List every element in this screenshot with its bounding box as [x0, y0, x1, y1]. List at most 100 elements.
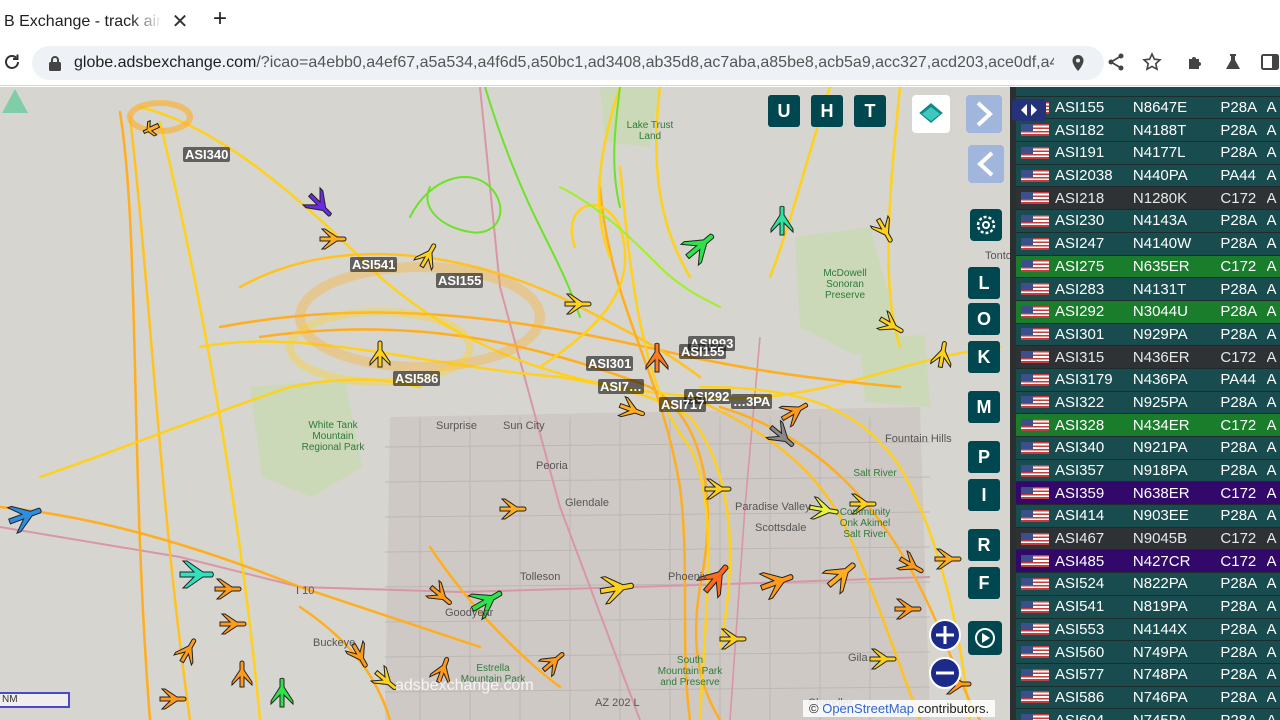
table-row[interactable]: ASI577 N748PA P28A A [1016, 663, 1280, 687]
place-name: Scottsdale [755, 522, 807, 534]
aircraft-label[interactable]: …3PA [731, 394, 773, 409]
map-button-u[interactable]: U [768, 95, 800, 127]
table-row[interactable]: ASI292 N3044U P28A A [1016, 300, 1280, 324]
registration-cell: N929PA [1132, 325, 1188, 343]
extra-cell: A [1266, 462, 1277, 480]
place-name: Gila [848, 652, 868, 664]
address-bar[interactable]: globe.adsbexchange.com/?icao=a4ebb0,a4ef… [32, 46, 1104, 80]
openstreetmap-link[interactable]: OpenStreetMap [822, 701, 914, 716]
map-button-i[interactable]: I [968, 479, 1000, 511]
callsign-cell: ASI359 [1055, 484, 1105, 502]
table-row[interactable]: ASI315 N436ER C172 A [1016, 346, 1280, 369]
callsign-cell: ASI560 [1055, 643, 1105, 661]
table-row[interactable]: ASI541 N819PA P28A A [1016, 595, 1280, 619]
table-row[interactable]: ASI301 N929PA P28A A [1016, 323, 1280, 347]
aircraft-label[interactable]: ASI340 [183, 147, 231, 162]
aircraft-type-cell: P28A [1220, 598, 1258, 616]
aircraft-type-cell: P28A [1220, 666, 1258, 684]
table-row[interactable]: ASI359 N638ER C172 A [1016, 482, 1280, 506]
map-button-t[interactable]: T [854, 95, 886, 127]
share-icon[interactable] [1106, 52, 1126, 72]
table-row[interactable]: ASI414 N903EE P28A A [1016, 505, 1280, 528]
table-row[interactable] [1016, 87, 1280, 97]
zoom-in-button[interactable] [929, 619, 961, 651]
aircraft-label[interactable]: ASI586 [393, 371, 441, 386]
place-name: Tonto [985, 250, 1010, 262]
aircraft-label[interactable]: ASI155 [679, 344, 727, 359]
url-text[interactable]: globe.adsbexchange.com/?icao=a4ebb0,a4ef… [74, 54, 1054, 72]
aircraft-label[interactable]: ASI155 [436, 273, 484, 288]
new-tab-button[interactable]: + [209, 6, 231, 32]
pin-icon[interactable] [1070, 54, 1086, 72]
aircraft-label[interactable]: ASI301 [586, 356, 634, 371]
place-name: Phoenix [668, 571, 708, 583]
aircraft-type-cell: P28A [1220, 712, 1266, 720]
table-row[interactable]: ASI560 N749PA P28A A [1016, 641, 1280, 664]
map-button-f[interactable]: F [968, 567, 1000, 599]
star-icon[interactable] [1142, 52, 1162, 72]
map-canvas[interactable]: Surprise Sun City Peoria Glendale Scottsdale… [0, 87, 1010, 720]
table-row[interactable]: ASI3179 N436PA PA44 A [1016, 368, 1280, 392]
labs-icon[interactable] [1223, 52, 1243, 72]
lock-icon[interactable] [48, 55, 62, 71]
callsign-cell: ASI586 [1055, 688, 1105, 706]
table-row[interactable]: ASI467 N9045B C172 A [1016, 527, 1280, 551]
callsign-cell: ASI467 [1055, 530, 1105, 548]
table-row[interactable]: ASI604N745PAP28AA [1016, 709, 1280, 720]
table-row[interactable]: ASI2038 N440PA PA44 A [1016, 164, 1280, 188]
table-row[interactable]: ASI275 N635ER C172 A [1016, 255, 1280, 279]
extra-cell: A [1266, 189, 1277, 207]
table-row[interactable]: ASI191 N4177L P28A A [1016, 142, 1280, 165]
callsign-cell: ASI292 [1055, 303, 1105, 321]
prev-button[interactable] [968, 145, 1004, 183]
extra-cell: A [1266, 235, 1277, 253]
table-row[interactable]: ASI322 N925PA P28A A [1016, 391, 1280, 415]
table-row[interactable]: ASI247 N4140W P28A A [1016, 232, 1280, 256]
park-name: White Tank Mountain Regional Park [301, 420, 365, 453]
aircraft-label[interactable]: ASI7… [598, 379, 644, 394]
map-button-h[interactable]: H [811, 95, 843, 127]
table-row[interactable]: ASI485 N427CR C172 A [1016, 550, 1280, 574]
reload-icon[interactable] [2, 52, 22, 72]
registration-cell: N749PA [1132, 643, 1188, 661]
map-button-l[interactable]: L [968, 267, 1000, 299]
sidepanel-icon[interactable] [1260, 52, 1280, 72]
table-row[interactable]: ASI328 N434ER C172 A [1016, 414, 1280, 437]
next-button[interactable] [966, 95, 1002, 133]
tab-close-icon[interactable]: ✕ [170, 12, 190, 32]
table-row[interactable]: ASI155 N8647E P28A A [1016, 96, 1280, 120]
extra-cell: A [1266, 620, 1277, 638]
table-row[interactable]: ASI553 N4144X P28A A [1016, 618, 1280, 642]
map-button-m[interactable]: M [968, 391, 1000, 423]
us-flag-icon [1021, 509, 1049, 522]
table-row[interactable]: ASI340 N921PA P28A A [1016, 437, 1280, 460]
park-name: Salt River [853, 468, 897, 479]
zoom-out-button[interactable] [929, 657, 961, 689]
tab-title: B Exchange - track aircraft [4, 13, 162, 30]
registration-cell: N918PA [1132, 462, 1188, 480]
extension-icon[interactable] [1186, 52, 1206, 72]
table-row[interactable]: ASI524 N822PA P28A A [1016, 573, 1280, 596]
table-row[interactable]: ASI230 N4143A P28A A [1016, 210, 1280, 233]
table-row[interactable]: ASI182 N4188T P28A A [1016, 119, 1280, 143]
aircraft-label[interactable]: ASI717 [659, 397, 707, 412]
table-row[interactable]: ASI357 N918PA P28A A [1016, 459, 1280, 483]
aircraft-type-cell: C172 [1220, 552, 1257, 570]
aircraft-type-cell: C172 [1220, 257, 1257, 275]
panel-toggle-button[interactable] [1012, 99, 1046, 121]
map-button-o[interactable]: O [968, 303, 1000, 335]
map-button-k[interactable]: K [968, 341, 1000, 373]
aircraft-label[interactable]: ASI541 [350, 257, 398, 272]
settings-button[interactable] [970, 209, 1002, 241]
table-row[interactable]: ASI218 N1280K C172 A [1016, 187, 1280, 211]
us-flag-icon [1021, 351, 1049, 364]
table-row[interactable]: ASI283 N4131T P28A A [1016, 278, 1280, 301]
layers-button[interactable] [912, 95, 950, 133]
replay-button[interactable] [968, 621, 1002, 655]
browser-tab[interactable]: B Exchange - track aircraft ✕ [0, 4, 196, 40]
us-flag-icon [1021, 623, 1049, 636]
us-flag-icon [1021, 646, 1049, 659]
map-button-p[interactable]: P [968, 441, 1000, 473]
table-row[interactable]: ASI586 N746PA P28A A [1016, 686, 1280, 710]
map-button-r[interactable]: R [968, 529, 1000, 561]
